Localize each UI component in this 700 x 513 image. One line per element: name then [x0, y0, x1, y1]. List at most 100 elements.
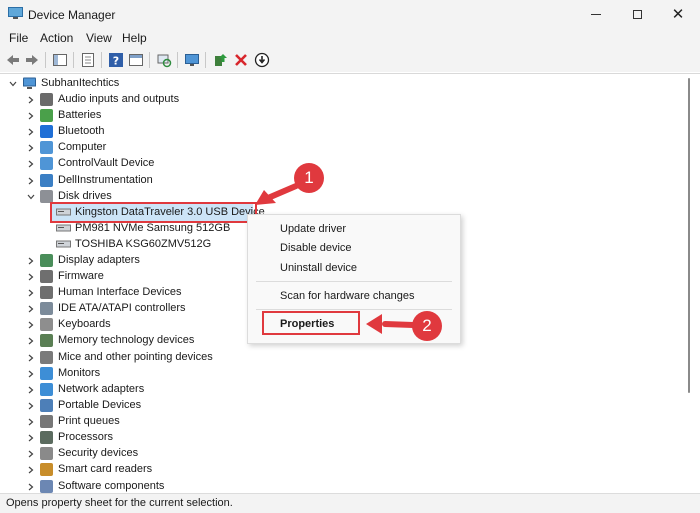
highlight-box-properties [262, 311, 360, 335]
chevron-right-icon[interactable] [26, 465, 36, 475]
display-adapter-icon [40, 254, 53, 267]
tree-category-display-adapter[interactable]: Display adapters [26, 253, 246, 269]
software-icon [40, 480, 53, 493]
chevron-right-icon[interactable] [26, 353, 36, 363]
help-button[interactable]: ? [108, 52, 124, 68]
close-icon: ✕ [671, 5, 685, 23]
tree-category-ide[interactable]: IDE ATA/ATAPI controllers [26, 301, 246, 317]
menu-file[interactable]: File [9, 31, 28, 45]
disable-device-icon [254, 52, 270, 68]
console-tree-icon [53, 54, 67, 66]
back-arrow-icon [7, 55, 19, 65]
disk-drive-item[interactable]: PM981 NVMe Samsung 512GB [56, 221, 256, 237]
tree-category-mouse[interactable]: Mice and other pointing devices [26, 350, 246, 366]
menu-action[interactable]: Action [40, 31, 73, 45]
svg-text:?: ? [113, 55, 119, 68]
tree-category-network[interactable]: Network adapters [26, 382, 246, 398]
chevron-right-icon[interactable] [26, 369, 36, 379]
chevron-right-icon[interactable] [26, 111, 36, 121]
chevron-right-icon[interactable] [26, 272, 36, 282]
forward-arrow-icon [26, 55, 38, 65]
tree-category-security[interactable]: Security devices [26, 446, 246, 462]
update-driver-button[interactable] [212, 52, 228, 68]
minimize-button[interactable] [573, 0, 619, 28]
menu-help[interactable]: Help [122, 31, 147, 45]
vertical-scrollbar[interactable] [688, 78, 690, 393]
chevron-right-icon[interactable] [26, 288, 36, 298]
chevron-right-icon[interactable] [26, 401, 36, 411]
back-button[interactable] [5, 52, 21, 68]
chevron-right-icon[interactable] [26, 433, 36, 443]
uninstall-device-button[interactable] [233, 52, 249, 68]
properties-sheet-icon [82, 53, 94, 67]
chevron-right-icon[interactable] [26, 336, 36, 346]
tree-root-label: SubhanItechtics [41, 77, 120, 89]
menu-view[interactable]: View [86, 31, 112, 45]
ide-icon [40, 302, 53, 315]
tree-category-label: Memory technology devices [58, 334, 195, 346]
menu-uninstall-device[interactable]: Uninstall device [280, 262, 357, 274]
tree-category-keyboard[interactable]: Keyboards [26, 317, 246, 333]
tree-category-hid[interactable]: Human Interface Devices [26, 285, 246, 301]
tree-category-processor[interactable]: Processors [26, 430, 246, 446]
portable-device-icon [40, 399, 53, 412]
tree-category-firmware[interactable]: Firmware [26, 269, 246, 285]
update-driver-icon [215, 54, 227, 66]
monitor-icon [185, 54, 199, 66]
chevron-right-icon[interactable] [26, 143, 36, 153]
tree-category-computer[interactable]: Computer [26, 140, 246, 156]
chevron-right-icon[interactable] [26, 304, 36, 314]
close-button[interactable]: ✕ [655, 0, 700, 28]
maximize-button[interactable] [614, 0, 660, 28]
tree-category-label: Batteries [58, 109, 102, 121]
menu-update-driver[interactable]: Update driver [280, 223, 346, 235]
chevron-right-icon[interactable] [26, 159, 36, 169]
device-manager-app-icon [8, 7, 23, 19]
tree-category-printer[interactable]: Print queues [26, 414, 246, 430]
tree-category-smart-card[interactable]: Smart card readers [26, 462, 246, 478]
chevron-right-icon[interactable] [26, 127, 36, 137]
chevron-right-icon[interactable] [26, 482, 36, 492]
disable-device-button[interactable] [254, 52, 270, 68]
chevron-right-icon[interactable] [26, 449, 36, 459]
tree-category-label: Firmware [58, 270, 104, 282]
dell-icon [40, 174, 53, 187]
chevron-down-icon[interactable] [26, 192, 36, 202]
chevron-down-icon[interactable] [8, 79, 18, 89]
chevron-right-icon[interactable] [26, 417, 36, 427]
tree-category-dell[interactable]: DellInstrumentation [26, 173, 246, 189]
menu-disable-device[interactable]: Disable device [280, 242, 352, 254]
chevron-right-icon[interactable] [26, 95, 36, 105]
show-hide-console-tree-button[interactable] [52, 52, 68, 68]
tree-category-bluetooth[interactable]: Bluetooth [26, 124, 246, 140]
hid-icon [40, 286, 53, 299]
disk-drive-item[interactable]: TOSHIBA KSG60ZMV512G [56, 237, 256, 253]
tree-category-label: Disk drives [58, 190, 112, 202]
printer-icon [40, 415, 53, 428]
monitor-button[interactable] [184, 52, 200, 68]
tree-category-label: Smart card readers [58, 463, 153, 475]
title-bar: Device Manager ✕ [0, 0, 700, 28]
tree-category-label: Security devices [58, 447, 139, 459]
keyboard-icon [40, 318, 53, 331]
action-view-button[interactable] [128, 52, 144, 68]
speaker-icon [40, 93, 53, 106]
chevron-right-icon[interactable] [26, 320, 36, 330]
forward-button[interactable] [24, 52, 40, 68]
tree-category-monitor[interactable]: Monitors [26, 366, 246, 382]
chevron-right-icon[interactable] [26, 385, 36, 395]
tree-category-label: Audio inputs and outputs [58, 93, 180, 105]
tree-category-controlvault[interactable]: ControlVault Device [26, 156, 246, 172]
tree-category-speaker[interactable]: Audio inputs and outputs [26, 92, 246, 108]
tree-category-memory[interactable]: Memory technology devices [26, 333, 246, 349]
scan-hardware-button[interactable] [156, 52, 172, 68]
computer-icon [23, 77, 36, 89]
tree-category-battery[interactable]: Batteries [26, 108, 246, 124]
chevron-right-icon[interactable] [26, 176, 36, 186]
tree-root[interactable]: SubhanItechtics [8, 76, 208, 92]
menu-scan-hardware[interactable]: Scan for hardware changes [280, 290, 415, 302]
tree-category-portable-device[interactable]: Portable Devices [26, 398, 246, 414]
status-text: Opens property sheet for the current sel… [6, 497, 233, 509]
chevron-right-icon[interactable] [26, 256, 36, 266]
properties-toolbar-button[interactable] [80, 52, 96, 68]
